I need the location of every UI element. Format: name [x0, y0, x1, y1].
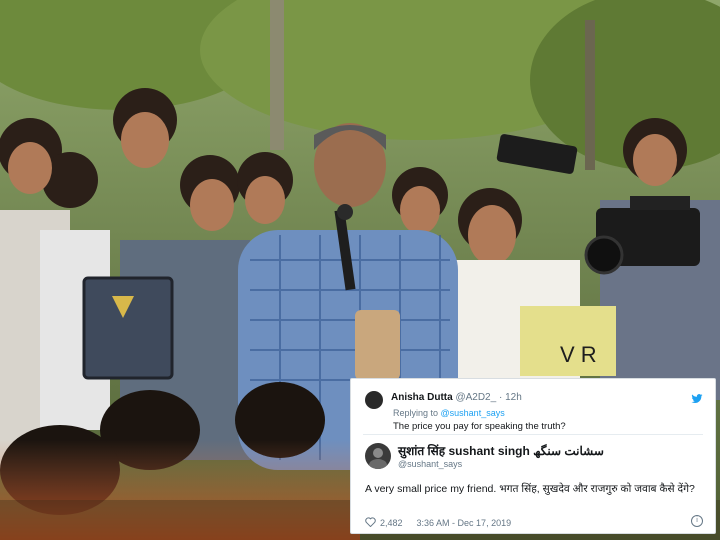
main-author-name[interactable]: सुशांत सिंह sushant singh سشانت سنگھ	[398, 442, 604, 459]
tweet-card: Anisha Dutta @A2D2_ · 12h Replying to @s…	[350, 378, 716, 534]
replying-prefix: Replying to	[393, 408, 441, 418]
replying-mention[interactable]: @sushant_says	[441, 408, 505, 418]
tweet-footer: 2,482 3:36 AM - Dec 17, 2019	[365, 517, 511, 529]
divider	[363, 434, 703, 435]
replying-to-line: Replying to @sushant_says	[393, 408, 505, 418]
info-icon[interactable]: i	[691, 515, 703, 527]
reply-author-handle[interactable]: @A2D2_ · 12h	[455, 392, 521, 403]
tweet-text: A very small price my friend. भगत सिंह, …	[365, 483, 695, 495]
main-avatar[interactable]	[365, 443, 391, 469]
reply-avatar[interactable]	[365, 391, 383, 409]
like-count: 2,482	[380, 518, 403, 528]
heart-icon[interactable]	[365, 517, 376, 529]
tweet-timestamp[interactable]: 3:36 AM - Dec 17, 2019	[417, 518, 512, 528]
twitter-bird-icon[interactable]	[691, 391, 703, 409]
reply-text: The price you pay for speaking the truth…	[393, 421, 566, 432]
reply-header: Anisha Dutta @A2D2_ · 12h	[391, 392, 522, 403]
sign-text: V R	[560, 342, 597, 367]
reply-author-name[interactable]: Anisha Dutta	[391, 392, 453, 403]
main-author-handle[interactable]: @sushant_says	[398, 459, 462, 469]
